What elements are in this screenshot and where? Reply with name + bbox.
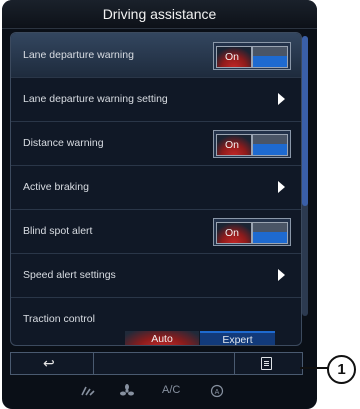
row-blind-spot-alert[interactable]: Blind spot alert On	[11, 209, 301, 254]
lane-departure-warning-toggle[interactable]: On	[213, 42, 291, 70]
fan-speed-icon[interactable]	[80, 384, 96, 398]
distance-warning-toggle[interactable]: On	[213, 130, 291, 158]
back-arrow-icon: ↩	[43, 355, 55, 371]
page-title: Driving assistance	[2, 0, 317, 29]
toggle-on[interactable]: On	[216, 46, 252, 68]
toggle-off[interactable]	[252, 46, 288, 68]
scrollbar-thumb[interactable]	[302, 36, 308, 206]
fan-icon[interactable]	[120, 384, 134, 398]
settings-list: Lane departure warning On Lane departure…	[10, 32, 302, 346]
row-speed-alert-settings[interactable]: Speed alert settings	[11, 253, 301, 298]
auto-climate-icon[interactable]: A	[210, 384, 224, 398]
toggle-off[interactable]	[252, 134, 288, 156]
svg-text:A: A	[215, 389, 220, 396]
bottom-bar: ↩	[10, 352, 303, 375]
toggle-on[interactable]: On	[216, 222, 252, 244]
row-distance-warning[interactable]: Distance warning On	[11, 121, 301, 166]
traction-auto-option[interactable]: Auto	[125, 331, 199, 345]
callout-number: 1	[327, 355, 356, 384]
blind-spot-alert-toggle[interactable]: On	[213, 218, 291, 246]
row-label: Blind spot alert	[23, 225, 93, 237]
infotainment-screen: Driving assistance Lane departure warnin…	[2, 0, 317, 409]
row-label: Traction control	[23, 313, 95, 325]
menu-icon	[261, 357, 272, 370]
toggle-on[interactable]: On	[216, 134, 252, 156]
toggle-off[interactable]	[252, 222, 288, 244]
row-label: Active braking	[23, 181, 89, 193]
row-label: Speed alert settings	[23, 269, 116, 281]
row-active-braking[interactable]: Active braking	[11, 165, 301, 210]
row-label: Lane departure warning setting	[23, 93, 168, 105]
row-lane-departure-warning-setting[interactable]: Lane departure warning setting	[11, 77, 301, 122]
row-label: Lane departure warning	[23, 49, 134, 61]
menu-button[interactable]	[235, 353, 302, 374]
chevron-right-icon	[278, 269, 285, 281]
scrollbar[interactable]	[302, 36, 308, 316]
chevron-right-icon	[278, 181, 285, 193]
chevron-right-icon	[278, 93, 285, 105]
callout-leader-line	[300, 367, 328, 369]
back-button[interactable]: ↩	[11, 353, 94, 374]
row-lane-departure-warning[interactable]: Lane departure warning On	[11, 33, 301, 78]
bottom-bar-empty-slot	[94, 353, 235, 374]
climate-bar: A/C A	[2, 376, 317, 409]
traction-expert-option[interactable]: Expert	[200, 331, 275, 345]
row-label: Distance warning	[23, 137, 104, 149]
ac-button[interactable]: A/C	[162, 384, 180, 396]
traction-control-selector[interactable]: Auto Expert	[125, 331, 275, 345]
